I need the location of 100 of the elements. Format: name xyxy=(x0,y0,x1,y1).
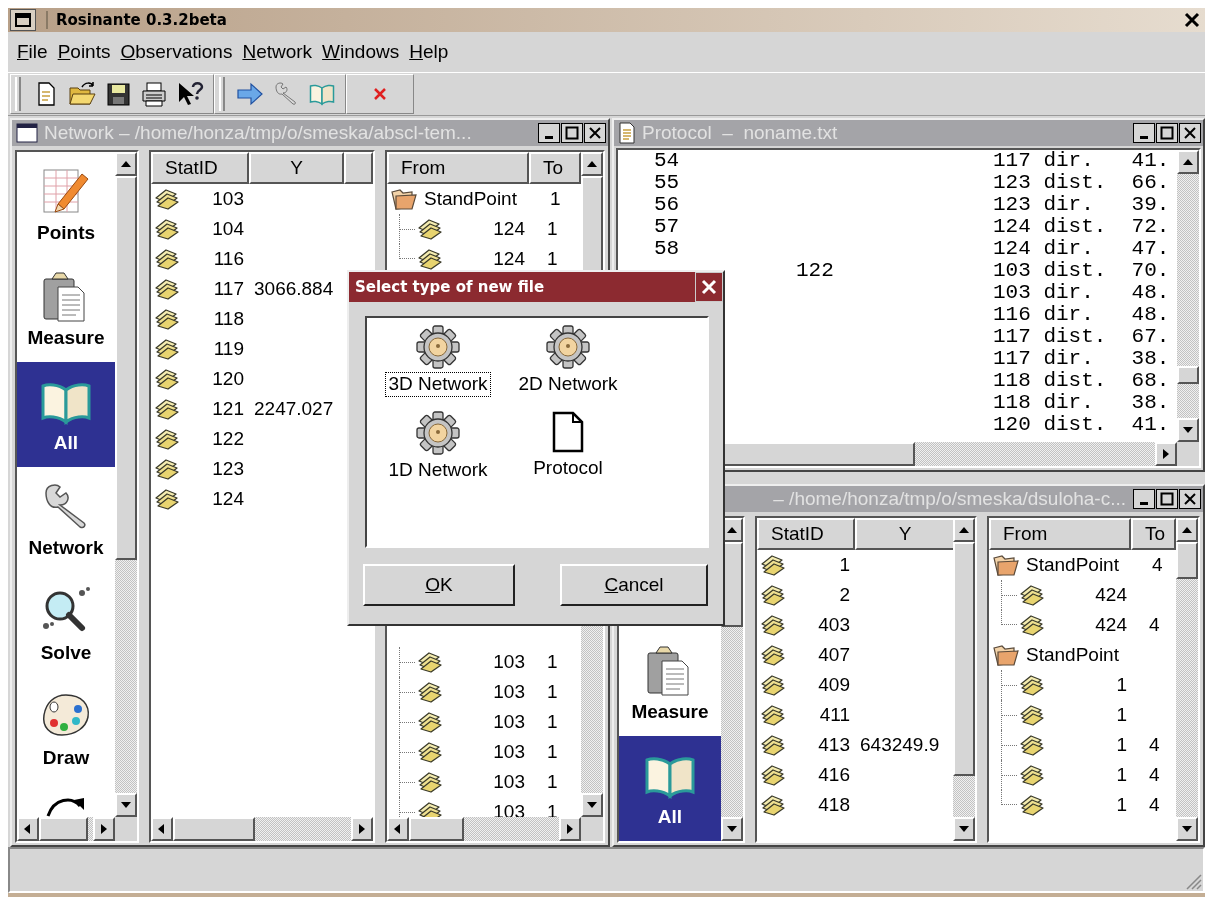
table-cell-text: 103 xyxy=(211,187,244,211)
protocol-text: 118 dir. 38. xyxy=(993,392,1170,414)
tree-item[interactable]: StandPoint xyxy=(424,187,528,211)
file-type-option[interactable]: Protocol xyxy=(530,456,606,481)
table-cell-text: 413 xyxy=(817,733,850,757)
column-header[interactable]: Y xyxy=(855,518,953,550)
table-cell-text: 120 xyxy=(211,367,244,391)
protocol-text: 124 dist. 72. xyxy=(993,216,1170,238)
tree-item[interactable]: 103 xyxy=(443,680,525,704)
tree-item[interactable]: 424 xyxy=(1045,583,1127,607)
table-cell-text: 4 xyxy=(1148,763,1160,787)
table-cell-text: 418 xyxy=(817,793,850,817)
column-header[interactable]: StatID xyxy=(151,152,249,184)
tree-item[interactable]: 1 xyxy=(1045,793,1127,817)
tree-item[interactable]: 1 xyxy=(1045,673,1127,697)
line-number: 55 xyxy=(654,172,681,194)
protocol-text: 123 dir. 39. xyxy=(993,194,1170,216)
protocol-text: 103 dir. 48. xyxy=(993,282,1170,304)
menu-item[interactable]: Observations xyxy=(115,40,238,64)
table-cell-text: 403 xyxy=(817,613,850,637)
sidebar-item[interactable]: All xyxy=(619,736,721,841)
table-cell-text: 121 xyxy=(211,397,244,421)
protocol-text: 117 dir. 41. xyxy=(993,150,1170,172)
file-type-option[interactable]: 2D Network xyxy=(515,372,621,397)
table-cell-text: 1 xyxy=(838,553,850,577)
menu-item[interactable]: Help xyxy=(404,40,454,64)
column-header[interactable]: To xyxy=(1131,518,1176,550)
table-cell-text: 2 xyxy=(838,583,850,607)
menu-item[interactable]: Network xyxy=(237,40,318,64)
tree-item[interactable]: 103 xyxy=(443,770,525,794)
table-cell-text: 104 xyxy=(211,217,244,241)
column-header[interactable]: To xyxy=(529,152,581,184)
menu-item[interactable]: Points xyxy=(52,40,116,64)
tree-item[interactable]: 124 xyxy=(443,247,525,271)
file-type-option[interactable]: 1D Network xyxy=(385,458,491,483)
table-cell-text: 122 xyxy=(211,427,244,451)
table-cell-text: 407 xyxy=(817,643,850,667)
table-cell-text: 1 xyxy=(546,800,558,817)
tree-item[interactable]: 1 xyxy=(1045,733,1127,757)
table-cell-text: 411 xyxy=(818,703,850,727)
tree-item[interactable]: StandPoint xyxy=(1026,553,1130,577)
tree-item[interactable]: 103 xyxy=(443,740,525,764)
protocol-text: 117 dist. 67. xyxy=(993,326,1170,348)
protocol-text: 117 dir. 38. xyxy=(993,348,1170,370)
table-cell-text: 1 xyxy=(546,650,558,674)
sidebar-item[interactable]: Measure xyxy=(619,631,721,736)
dialog-button[interactable]: OK xyxy=(363,564,515,606)
table-cell-text: 4 xyxy=(1148,733,1160,757)
table-cell-text: 409 xyxy=(817,673,850,697)
tree-item[interactable]: 103 xyxy=(443,650,525,674)
protocol-text: 124 dir. 47. xyxy=(993,238,1170,260)
table-cell-text: 3066.884 xyxy=(253,277,334,301)
tree-item[interactable]: 103 xyxy=(443,710,525,734)
sidebar-item[interactable]: Network xyxy=(17,467,115,572)
table-cell-text: 1 xyxy=(546,770,558,794)
column-header[interactable]: From xyxy=(989,518,1131,550)
dialog-button[interactable]: Cancel xyxy=(560,564,708,606)
table-cell-text: 1 xyxy=(546,217,558,241)
column-header[interactable]: Y xyxy=(249,152,344,184)
tree-item[interactable]: StandPoint xyxy=(1026,643,1130,667)
line-number: 58 xyxy=(654,238,681,260)
tree-item[interactable]: 1 xyxy=(1045,703,1127,727)
table-cell-text: 2247.027 xyxy=(253,397,334,421)
sidebar-item[interactable]: Points xyxy=(17,152,115,257)
protocol-text: 116 dir. 48. xyxy=(993,304,1170,326)
menu-item[interactable]: Windows xyxy=(317,40,405,64)
window-title: Protocol – noname.txt xyxy=(642,121,838,145)
table-cell-text: 124 xyxy=(211,487,244,511)
sidebar-item[interactable]: All xyxy=(17,362,115,467)
line-number: 56 xyxy=(654,194,681,216)
column-header[interactable]: From xyxy=(387,152,529,184)
window-title: Network – /home/honza/tmp/o/smeska/abscl-tem... xyxy=(44,121,472,145)
table-cell-text: 1 xyxy=(549,187,561,211)
table-cell-text: 116 xyxy=(212,247,244,271)
table-cell-text: 118 xyxy=(212,307,244,331)
menu-item[interactable]: File xyxy=(12,40,53,64)
sidebar-item[interactable]: Measure xyxy=(17,257,115,362)
table-cell-text: 1 xyxy=(546,710,558,734)
sidebar-item[interactable]: Draw xyxy=(17,677,115,782)
tree-item[interactable]: 424 xyxy=(1045,613,1127,637)
table-cell-text: 4 xyxy=(1148,793,1160,817)
table-cell-text: 119 xyxy=(212,337,244,361)
protocol-text: 103 dist. 70. xyxy=(993,260,1170,282)
table-cell-text: 1 xyxy=(546,740,558,764)
table-cell-text: 117 xyxy=(212,277,244,301)
table-cell-text: 643249.9 xyxy=(859,733,940,757)
table-cell-text: 4 xyxy=(1148,613,1160,637)
column-header[interactable]: StatID xyxy=(757,518,855,550)
protocol-text: 120 dist. 41. xyxy=(993,414,1170,436)
sidebar-item[interactable]: Solve xyxy=(17,572,115,677)
tree-item[interactable]: 103 xyxy=(443,800,525,817)
tree-item[interactable]: 124 xyxy=(443,217,525,241)
table-cell-text: 123 xyxy=(211,457,244,481)
protocol-text: 123 dist. 66. xyxy=(993,172,1170,194)
tree-item[interactable]: 1 xyxy=(1045,763,1127,787)
line-number: 54 xyxy=(654,150,681,172)
dialog-title: Select type of new file xyxy=(355,278,545,296)
line-number: 57 xyxy=(654,216,681,238)
table-cell-text: 1 xyxy=(546,247,558,271)
file-type-option[interactable]: 3D Network xyxy=(385,372,491,397)
